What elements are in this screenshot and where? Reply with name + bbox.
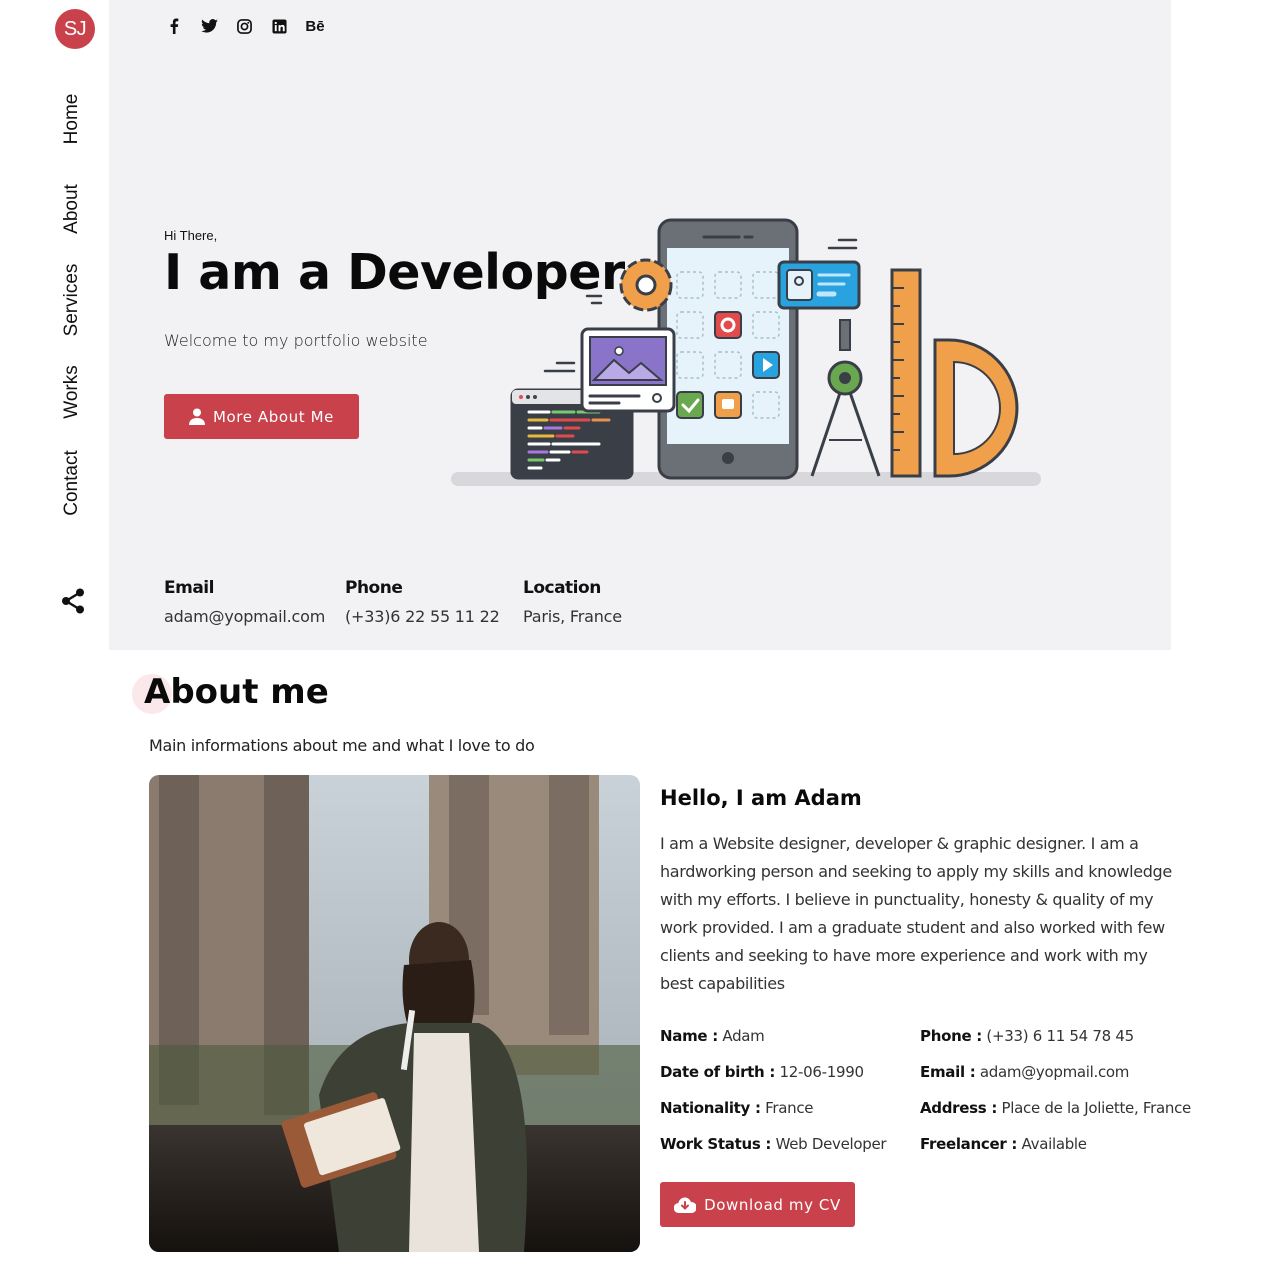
detail-nationality: Nationality : France (660, 1099, 814, 1117)
contact-location-label: Location (523, 578, 601, 598)
logo[interactable]: SJ (55, 9, 95, 49)
detail-value: France (765, 1099, 814, 1117)
about-title: About me (144, 672, 329, 712)
download-cv-label: Download my CV (704, 1195, 841, 1214)
nav-about[interactable]: About (61, 184, 83, 234)
sidebar: SJ Home About Services Works Contact (0, 0, 109, 1280)
detail-label: Phone : (920, 1027, 982, 1045)
detail-work-status: Work Status : Web Developer (660, 1135, 887, 1153)
detail-label: Date of birth : (660, 1063, 776, 1081)
nav-services[interactable]: Services (61, 264, 83, 337)
detail-dob: Date of birth : 12-06-1990 (660, 1063, 864, 1081)
detail-value: Place de la Joliette, France (1001, 1099, 1192, 1117)
user-icon (188, 408, 205, 425)
detail-phone: Phone : (+33) 6 11 54 78 45 (920, 1027, 1134, 1045)
detail-label: Email : (920, 1063, 976, 1081)
detail-value: Web Developer (775, 1135, 887, 1153)
contact-phone-value[interactable]: (+33)6 22 55 11 22 (345, 607, 500, 626)
hello-heading: Hello, I am Adam (660, 786, 862, 810)
contact-email-value[interactable]: adam@yopmail.com (164, 607, 325, 626)
download-cv-button[interactable]: Download my CV (660, 1182, 855, 1227)
contact-email: Email adam@yopmail.com (164, 578, 325, 626)
bio-text: I am a Website designer, developer & gra… (660, 834, 1172, 993)
detail-label: Freelancer : (920, 1135, 1018, 1153)
instagram-icon[interactable] (234, 16, 254, 36)
detail-address: Address : Place de la Joliette, France (920, 1099, 1191, 1117)
detail-label: Nationality : (660, 1099, 761, 1117)
share-icon[interactable] (61, 588, 85, 614)
developer-illustration (451, 218, 1041, 486)
contact-location-value: Paris, France (523, 607, 622, 626)
hero-section: Bē Hi There, I am a Developer Welcome to… (109, 0, 1171, 650)
nav-contact[interactable]: Contact (61, 450, 83, 515)
detail-freelancer: Freelancer : Available (920, 1135, 1087, 1153)
contact-email-label: Email (164, 578, 214, 598)
profile-photo (149, 775, 640, 1252)
linkedin-icon[interactable] (269, 16, 289, 36)
cloud-download-icon (674, 1197, 697, 1213)
contact-location: Location Paris, France (523, 578, 622, 626)
contact-phone: Phone (+33)6 22 55 11 22 (345, 578, 500, 626)
hero-subtitle: Welcome to my portfolio website (164, 331, 428, 350)
nav-works[interactable]: Works (61, 365, 83, 418)
more-about-label: More About Me (212, 407, 335, 426)
social-links: Bē (164, 16, 341, 36)
detail-value: 12-06-1990 (779, 1063, 864, 1081)
detail-label: Name : (660, 1027, 718, 1045)
greeting: Hi There, (164, 228, 218, 243)
about-subtitle: Main informations about me and what I lo… (149, 736, 535, 755)
more-about-button[interactable]: More About Me (164, 394, 359, 439)
detail-value: Available (1021, 1135, 1088, 1153)
behance-icon[interactable]: Bē (304, 16, 326, 36)
detail-label: Work Status : (660, 1135, 772, 1153)
detail-email: Email : adam@yopmail.com (920, 1063, 1129, 1081)
facebook-icon[interactable] (164, 16, 184, 36)
detail-value: Adam (722, 1027, 765, 1045)
detail-label: Address : (920, 1099, 998, 1117)
detail-name: Name : Adam (660, 1027, 765, 1045)
nav-home[interactable]: Home (61, 94, 83, 145)
contact-phone-label: Phone (345, 578, 403, 598)
detail-value[interactable]: adam@yopmail.com (980, 1063, 1130, 1081)
twitter-icon[interactable] (199, 16, 219, 36)
detail-value: (+33) 6 11 54 78 45 (986, 1027, 1134, 1045)
